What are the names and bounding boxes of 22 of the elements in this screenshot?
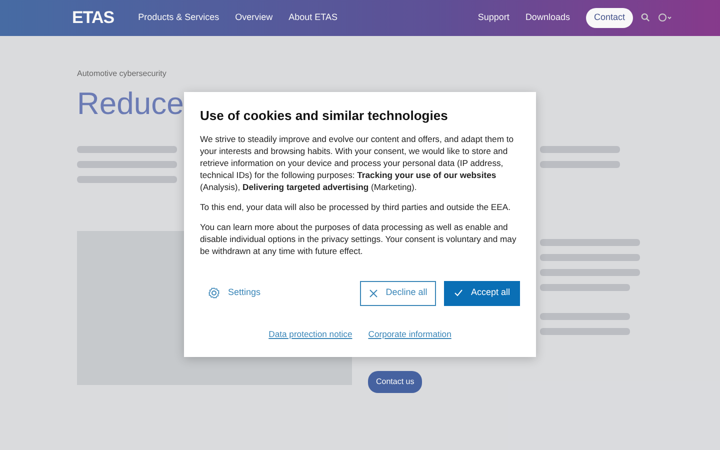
footer-link[interactable]: Corporate information	[368, 328, 452, 340]
check-icon	[454, 289, 463, 298]
nav-link[interactable]: Products & Services	[138, 11, 220, 25]
page-title: Reduce	[77, 88, 184, 119]
nav-link[interactable]: Overview	[235, 11, 273, 25]
dialog-paragraph: We strive to steadily improve and evolve our content and offers, and adapt them to your interests and browsing habits. With your consent, we would like to store and retrieve information on your device and process your personal data (IP address, technical IDs) for the following purposes: Tracking your use of our websites (Analysis), Delivering targeted advertising (Marketing).	[200, 132, 515, 193]
accept-button[interactable]: Accept all	[444, 280, 520, 306]
nav-link[interactable]: Support	[478, 11, 510, 25]
contact-us-button[interactable]: Contact us	[368, 371, 422, 393]
nav-link[interactable]: About ETAS	[288, 11, 338, 25]
contact-button[interactable]: Contact	[586, 8, 633, 28]
close-icon	[368, 288, 378, 298]
decline-button[interactable]: Decline all	[360, 280, 436, 306]
dialog-title: Use of cookies and similar technologies	[200, 108, 449, 124]
breadcrumb-text: Automotive cybersecurity	[77, 68, 168, 80]
nav-link[interactable]: Downloads	[525, 11, 570, 25]
settings-icon	[208, 287, 220, 300]
footer-link[interactable]: Data protection notice	[268, 328, 352, 340]
dialog-paragraph: To this end, your data will also be processed by third parties and outside the EEA.	[200, 200, 512, 213]
dialog-paragraph: You can learn more about the purposes of data processing as well as enable and disable individual options in the privacy settings. Your consent is voluntary and may be withdrawn at any time with future effect.	[200, 220, 518, 257]
logo[interactable]: ETAS	[72, 5, 114, 31]
settings-button[interactable]: Settings	[208, 286, 261, 300]
